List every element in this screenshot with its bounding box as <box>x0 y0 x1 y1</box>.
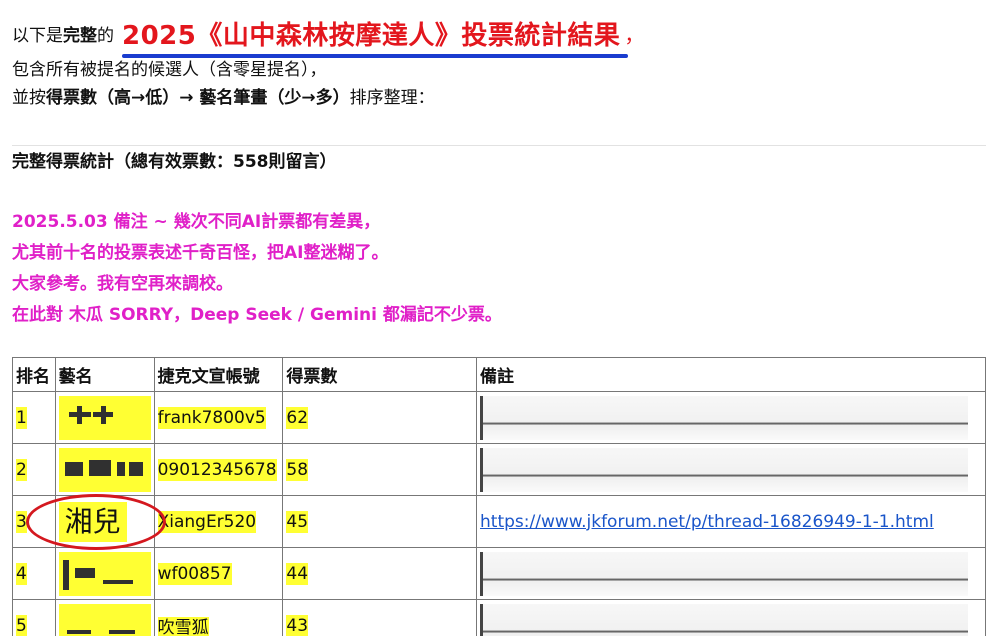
remark-line: 在此對 木瓜 SORRY，Deep Seek / Gemini 都漏記不少票。 <box>12 305 502 325</box>
intro-block: 以下是 完整 的 2025《山中森林按摩達人》投票統計結果 ， 包含所有被提名的… <box>12 10 982 112</box>
note-cell <box>476 547 986 600</box>
rank-cell: 1 <box>12 391 56 444</box>
note-cell: https://www.jkforum.net/p/thread-1682694… <box>476 495 986 548</box>
screenshot-image <box>480 551 969 596</box>
remark-line: 大家參考。我有空再來調校。 <box>12 274 233 294</box>
headline-text: 2025《山中森林按摩達人》投票統計結果 <box>122 20 621 51</box>
rank-value: 1 <box>16 406 27 429</box>
rank-cell: 3 <box>12 495 56 548</box>
votes-cell: 58 <box>282 443 478 496</box>
headline: 2025《山中森林按摩達人》投票統計結果 <box>122 15 629 58</box>
name-cell <box>54 443 155 496</box>
remark-block: 2025.5.03 備注 ~ 幾次不同AI計票都有差異， 尤其前十名的投票表述千… <box>12 207 982 331</box>
table-header-row: 排名 藝名 捷克文宣帳號 得票數 備註 <box>12 357 986 392</box>
account-value: 吹雪狐 <box>157 617 209 636</box>
intro-line-3-c: 排序整理： <box>349 88 435 108</box>
remark-line: 尤其前十名的投票表述千奇百怪，把AI整迷糊了。 <box>12 243 389 263</box>
headline-comma: ， <box>624 22 645 47</box>
votes-value: 62 <box>286 406 309 429</box>
thread-link[interactable]: https://www.jkforum.net/p/thread-1682694… <box>480 512 934 532</box>
screenshot-image <box>480 447 969 492</box>
votes-value: 45 <box>286 510 309 533</box>
redacted-name-image <box>58 447 151 492</box>
headline-underline <box>122 53 629 58</box>
header-account: 捷克文宣帳號 <box>153 357 284 392</box>
note-cell <box>476 599 986 636</box>
votes-cell: 45 <box>282 495 478 548</box>
votes-value: 58 <box>286 458 309 481</box>
rank-value: 3 <box>16 510 27 533</box>
rank-value: 2 <box>16 458 27 481</box>
header-rank: 排名 <box>12 357 56 392</box>
votes-cell: 44 <box>282 547 478 600</box>
votes-cell: 62 <box>282 391 478 444</box>
intro-line-2: 包含所有被提名的候選人（含零星提名）， <box>12 60 327 80</box>
votes-cell: 43 <box>282 599 478 636</box>
account-value: wf00857 <box>157 562 232 585</box>
intro-mid: 的 <box>97 25 114 46</box>
redacted-name-image <box>58 551 151 596</box>
name-cell <box>54 391 155 444</box>
rank-cell: 5 <box>12 599 56 636</box>
table-row: 1 frank7800v5 62 <box>12 391 986 444</box>
screenshot-image <box>480 395 969 440</box>
intro-line-3: 並按得票數（高→低）→ 藝名筆畫（少→多）排序整理： <box>12 84 982 112</box>
intro-bold: 完整 <box>63 25 97 46</box>
rank-value: 4 <box>16 562 27 585</box>
name-cell <box>54 599 155 636</box>
intro-line-3-a: 並按 <box>12 88 46 108</box>
screenshot-image <box>480 603 969 636</box>
account-cell: 09012345678 <box>153 443 284 496</box>
name-cell: 湘兒 <box>25 494 166 550</box>
intro-line-1: 以下是 完整 的 2025《山中森林按摩達人》投票統計結果 ， <box>12 10 982 58</box>
vote-table: 排名 藝名 捷克文宣帳號 得票數 備註 1 frank7800v5 62 2 0… <box>12 357 986 636</box>
votes-value: 44 <box>286 562 309 585</box>
section-divider <box>12 145 986 146</box>
votes-value: 43 <box>286 614 309 636</box>
intro-prefix: 以下是 <box>12 25 63 46</box>
table-row: 3 湘兒 XiangEr520 45 https://www.jkforum.n… <box>12 494 986 550</box>
name-cell <box>54 547 155 600</box>
header-note: 備註 <box>476 357 986 392</box>
account-cell: wf00857 <box>153 547 284 600</box>
rank-cell: 4 <box>12 547 56 600</box>
note-cell <box>476 391 986 444</box>
table-row: 4 wf00857 44 <box>12 547 986 600</box>
redacted-name-image <box>58 603 151 636</box>
intro-line-3-b: 得票數（高→低）→ 藝名筆畫（少→多） <box>46 88 350 108</box>
table-row: 2 09012345678 58 <box>12 443 986 496</box>
account-cell: XiangEr520 <box>153 495 284 548</box>
account-cell: 吹雪狐 <box>153 599 284 636</box>
redacted-name-image <box>58 395 151 440</box>
header-votes: 得票數 <box>282 357 478 392</box>
note-cell <box>476 443 986 496</box>
name-value: 湘兒 <box>58 501 127 542</box>
total-votes-heading: 完整得票統計（總有效票數：558則留言） <box>12 152 337 172</box>
rank-cell: 2 <box>12 443 56 496</box>
account-value: XiangEr520 <box>157 510 257 533</box>
header-name: 藝名 <box>54 357 155 392</box>
table-row: 5 吹雪狐 43 <box>12 599 986 636</box>
account-value: 09012345678 <box>157 458 277 481</box>
remark-line: 2025.5.03 備注 ~ 幾次不同AI計票都有差異， <box>12 212 381 232</box>
rank-value: 5 <box>16 614 27 636</box>
account-value: frank7800v5 <box>157 406 266 429</box>
account-cell: frank7800v5 <box>153 391 284 444</box>
